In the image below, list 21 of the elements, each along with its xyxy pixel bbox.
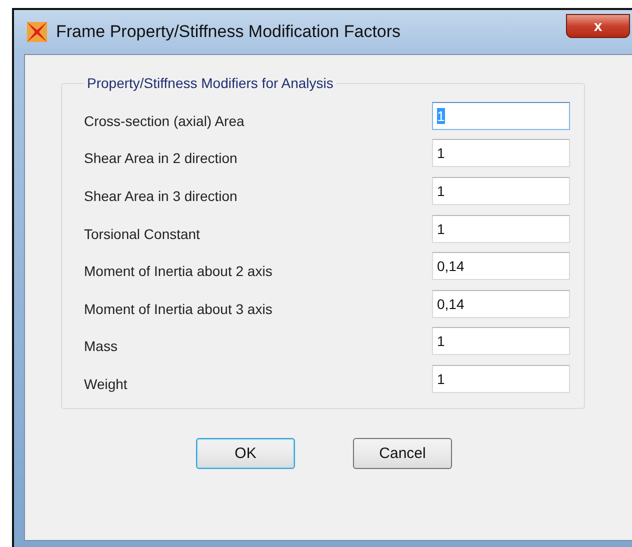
- input-field[interactable]: 1: [432, 139, 570, 168]
- ok-button[interactable]: OK: [196, 438, 295, 469]
- field-label: Moment of Inertia about 2 axis: [84, 263, 272, 280]
- input-field[interactable]: 1: [432, 327, 570, 356]
- window-title: Frame Property/Stiffness Modification Factors: [56, 22, 402, 42]
- field-label: Shear Area in 3 direction: [84, 188, 238, 204]
- field-label: Shear Area in 2 direction: [84, 150, 238, 166]
- input-field[interactable]: 1: [432, 364, 570, 393]
- field-label: Mass: [84, 338, 118, 354]
- input-field[interactable]: 0,14: [432, 252, 570, 280]
- input-field[interactable]: 0,14: [432, 290, 570, 318]
- field-label: Torsional Constant: [84, 226, 200, 242]
- field-label: Cross-section (axial) Area: [84, 112, 244, 129]
- app-logo-icon: [26, 21, 48, 43]
- field-label: Weight: [84, 376, 128, 392]
- cancel-button[interactable]: Cancel: [353, 438, 452, 469]
- input-field[interactable]: 1: [432, 214, 570, 243]
- input-field[interactable]: 1: [432, 176, 570, 205]
- close-button[interactable]: x: [566, 14, 630, 38]
- group-title: Property/Stiffness Modifiers for Analysis: [86, 75, 334, 91]
- field-label: Moment of Inertia about 3 axis: [84, 300, 272, 317]
